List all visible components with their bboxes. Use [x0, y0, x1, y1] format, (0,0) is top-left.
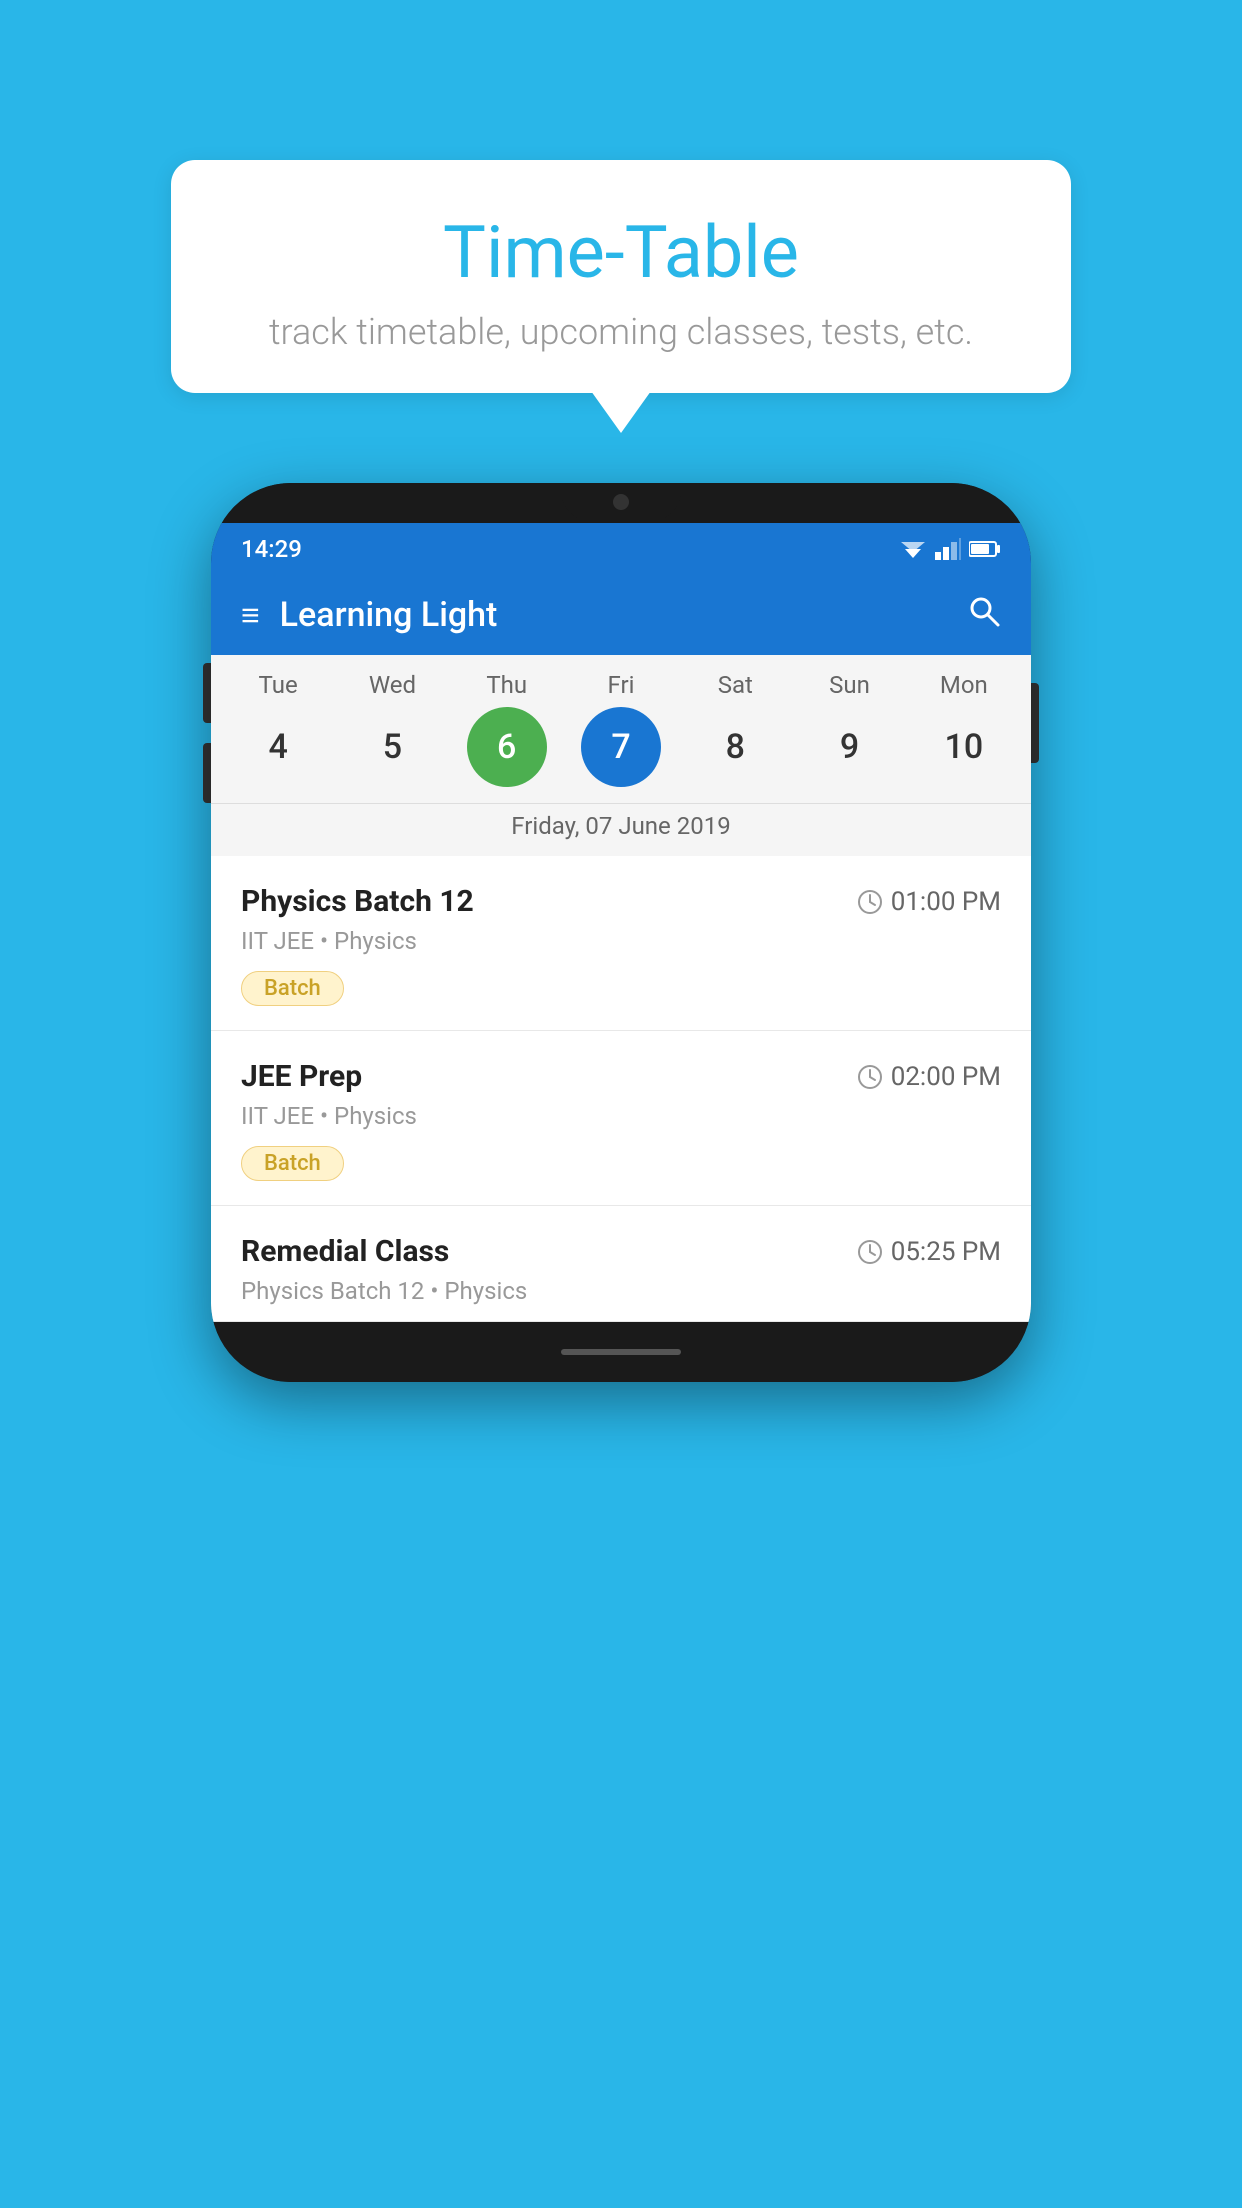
search-icon[interactable] [967, 594, 1001, 637]
day-10[interactable]: 10 [924, 707, 1004, 787]
battery-icon [969, 540, 1001, 558]
phone-bottom [211, 1322, 1031, 1382]
clock-icon-3 [857, 1239, 883, 1265]
schedule-item-2-time: 02:00 PM [857, 1062, 1001, 1092]
day-9[interactable]: 9 [810, 707, 890, 787]
status-bar: 14:29 [211, 523, 1031, 575]
clock-icon-2 [857, 1064, 883, 1090]
day-5[interactable]: 5 [352, 707, 432, 787]
phone-frame: 14:29 [211, 483, 1031, 1382]
tooltip-title: Time-Table [231, 210, 1011, 295]
day-6-today[interactable]: 6 [467, 707, 547, 787]
day-headers: Tue Wed Thu Fri Sat Sun Mon [211, 671, 1031, 707]
tooltip-subtitle: track timetable, upcoming classes, tests… [231, 311, 1011, 353]
camera [613, 494, 629, 510]
day-8[interactable]: 8 [695, 707, 775, 787]
day-header-wed: Wed [352, 671, 432, 699]
home-indicator [561, 1349, 681, 1355]
hamburger-menu-icon[interactable]: ≡ [241, 599, 260, 631]
schedule-item-1-name: Physics Batch 12 [241, 884, 474, 919]
top-bezel [211, 483, 1031, 523]
day-header-sat: Sat [695, 671, 775, 699]
schedule-item-3-name: Remedial Class [241, 1234, 449, 1269]
app-header: ≡ Learning Light [211, 575, 1031, 655]
app-title: Learning Light [280, 595, 967, 635]
schedule-item-2-sub: IIT JEE • Physics [241, 1102, 1001, 1130]
status-time: 14:29 [241, 535, 302, 563]
schedule-list: Physics Batch 12 01:00 PM IIT JEE • Phys… [211, 856, 1031, 1322]
schedule-item-2[interactable]: JEE Prep 02:00 PM IIT JEE • Physics Batc… [211, 1031, 1031, 1206]
schedule-item-3-sub: Physics Batch 12 • Physics [241, 1277, 1001, 1305]
selected-date-label: Friday, 07 June 2019 [211, 803, 1031, 856]
schedule-item-2-header: JEE Prep 02:00 PM [241, 1059, 1001, 1094]
calendar-strip: Tue Wed Thu Fri Sat Sun Mon 4 5 6 7 8 9 … [211, 655, 1031, 856]
day-header-tue: Tue [238, 671, 318, 699]
schedule-item-1-sub: IIT JEE • Physics [241, 927, 1001, 955]
phone-mockup: 14:29 [211, 483, 1031, 1382]
power-button [1031, 683, 1039, 763]
schedule-item-3[interactable]: Remedial Class 05:25 PM Physics Batch 12… [211, 1206, 1031, 1322]
tooltip-card: Time-Table track timetable, upcoming cla… [171, 160, 1071, 393]
batch-badge-1: Batch [241, 971, 344, 1006]
day-numbers: 4 5 6 7 8 9 10 [211, 707, 1031, 803]
day-header-sun: Sun [810, 671, 890, 699]
signal-icon [935, 538, 961, 560]
schedule-item-1-header: Physics Batch 12 01:00 PM [241, 884, 1001, 919]
schedule-item-2-name: JEE Prep [241, 1059, 362, 1094]
day-header-mon: Mon [924, 671, 1004, 699]
day-4[interactable]: 4 [238, 707, 318, 787]
status-icons [899, 538, 1001, 560]
volume-button-2 [203, 743, 211, 803]
schedule-item-1[interactable]: Physics Batch 12 01:00 PM IIT JEE • Phys… [211, 856, 1031, 1031]
day-header-thu: Thu [467, 671, 547, 699]
batch-badge-2: Batch [241, 1146, 344, 1181]
schedule-item-3-header: Remedial Class 05:25 PM [241, 1234, 1001, 1269]
clock-icon-1 [857, 889, 883, 915]
day-7-selected[interactable]: 7 [581, 707, 661, 787]
volume-button [203, 663, 211, 723]
notch [561, 483, 681, 521]
schedule-item-1-time: 01:00 PM [857, 887, 1001, 917]
day-header-fri: Fri [581, 671, 661, 699]
wifi-icon [899, 538, 927, 560]
schedule-item-3-time: 05:25 PM [857, 1237, 1001, 1267]
